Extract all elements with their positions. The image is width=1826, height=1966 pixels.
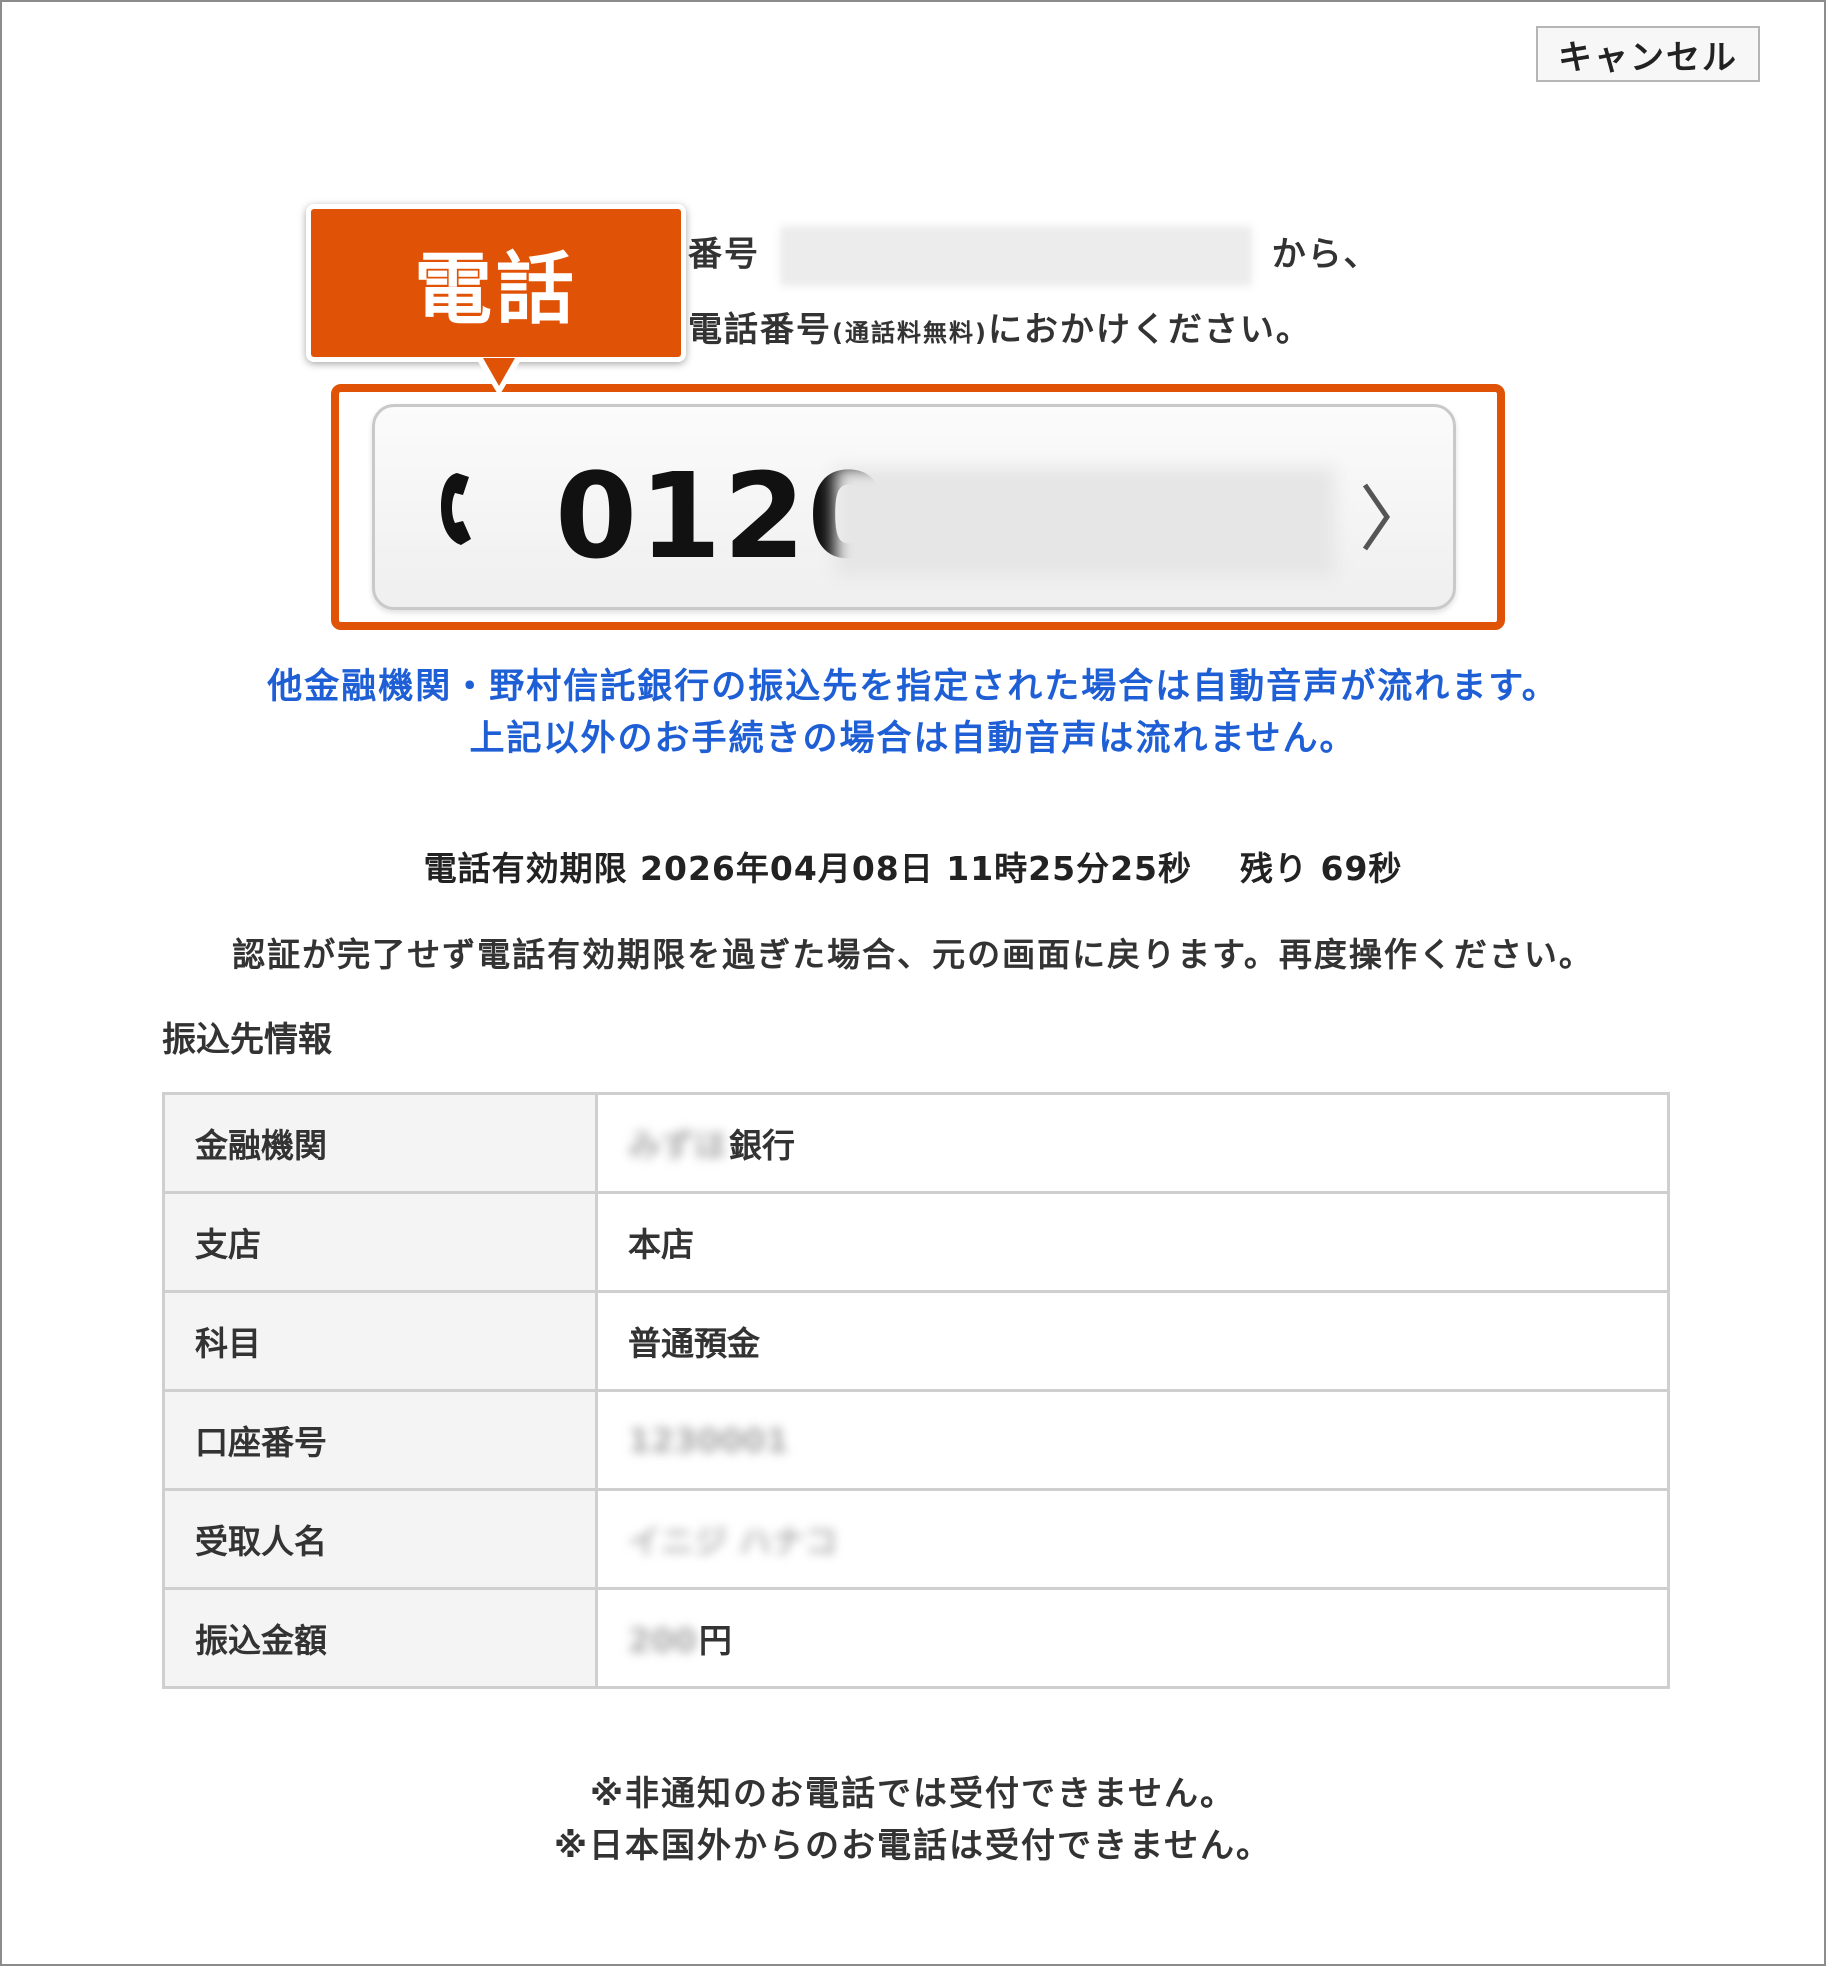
table-row: 振込金額 200円 [162, 1587, 1670, 1689]
expiry-line: 電話有効期限 2026年04月08日 11時25分25秒 残り 69秒 [0, 842, 1826, 890]
row-label-amount: 振込金額 [162, 1587, 598, 1689]
auto-voice-notice-1: 他金融機関・野村信託銀行の振込先を指定された場合は自動音声が流れます。 [267, 667, 1559, 707]
table-row: 科目 普通預金 [162, 1290, 1670, 1392]
instruction-line-2: 電話番号(通話料無料)におかけください。 [688, 302, 1312, 351]
amount-currency: 円 [698, 1621, 732, 1660]
callout-label: 電話 [306, 204, 686, 362]
transfer-info-title: 振込先情報 [162, 1020, 332, 1060]
row-value-branch: 本店 [595, 1191, 1670, 1293]
table-row: 口座番号 1230001 [162, 1389, 1670, 1491]
instruction-line-1-prefix: 番号 [688, 234, 760, 275]
callout-tail [483, 358, 515, 386]
row-value-bank: みずほ銀行 [595, 1092, 1670, 1194]
auto-voice-notice-2: 上記以外のお手続きの場合は自動音声は流れません。 [469, 719, 1357, 759]
row-label-bank: 金融機関 [162, 1092, 598, 1194]
call-phone-button[interactable]: 0120- [372, 404, 1456, 610]
cancel-button[interactable]: キャンセル [1536, 26, 1760, 82]
instruction-line-2-suffix: におかけください。 [987, 310, 1312, 350]
account-number-blurred: 1230001 [628, 1420, 789, 1460]
table-row: 金融機関 みずほ銀行 [162, 1092, 1670, 1194]
table-row: 受取人名 イニジ ハナコ [162, 1488, 1670, 1590]
bank-name-blurred: みずほ [628, 1126, 727, 1165]
row-label-recipient: 受取人名 [162, 1488, 598, 1590]
row-value-recipient: イニジ ハナコ [595, 1488, 1670, 1590]
phone-number-blurred [835, 467, 1335, 577]
caller-number-blurred [779, 226, 1252, 286]
footnote-no-caller-id: ※非通知のお電話では受付できません。 [589, 1774, 1237, 1814]
row-value-account-number: 1230001 [595, 1389, 1670, 1491]
recipient-name-blurred: イニジ ハナコ [628, 1522, 838, 1561]
remaining-time: 残り 69秒 [1240, 849, 1403, 888]
expiry-time: 電話有効期限 2026年04月08日 11時25分25秒 [423, 849, 1192, 888]
footnote-overseas: ※日本国外からのお電話は受付できません。 [553, 1826, 1273, 1866]
auth-timeout-note: 認証が完了せず電話有効期限を過ぎた場合、元の画面に戻ります。再度操作ください。 [232, 935, 1594, 974]
row-label-account-type: 科目 [162, 1290, 598, 1392]
bank-name-suffix: 銀行 [729, 1126, 795, 1165]
transfer-info-table: 金融機関 みずほ銀行 支店 本店 科目 普通預金 口座番号 1230001 受取… [162, 1092, 1670, 1689]
row-label-branch: 支店 [162, 1191, 598, 1293]
phone-icon [441, 473, 471, 545]
toll-free-note: (通話料無料) [832, 319, 988, 347]
row-label-account-number: 口座番号 [162, 1389, 598, 1491]
instruction-line-1-suffix: から、 [1271, 234, 1380, 275]
row-value-amount: 200円 [595, 1587, 1670, 1689]
instruction-line-2-prefix: 電話番号 [688, 310, 832, 350]
table-row: 支店 本店 [162, 1191, 1670, 1293]
chevron-right-icon [1362, 483, 1391, 551]
row-value-account-type: 普通預金 [595, 1290, 1670, 1392]
amount-blurred: 200 [628, 1621, 697, 1660]
instruction-line-1: 番号 から、 [688, 226, 1380, 286]
